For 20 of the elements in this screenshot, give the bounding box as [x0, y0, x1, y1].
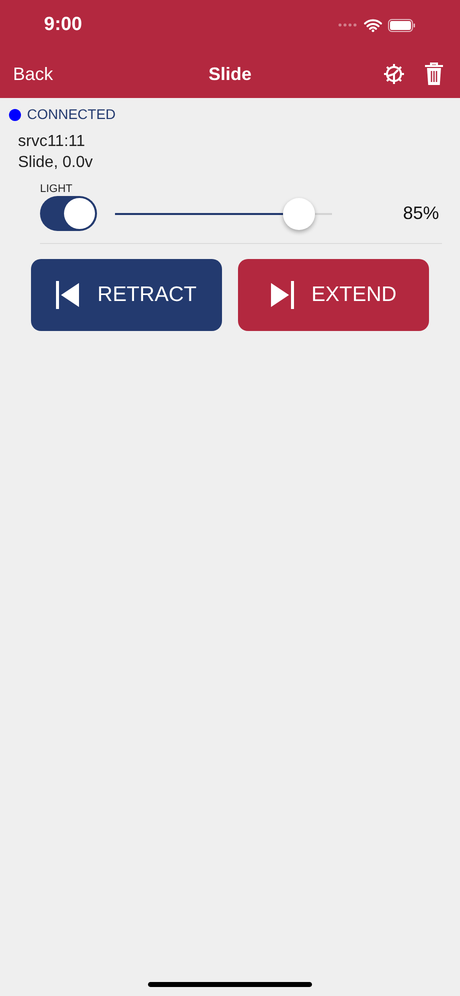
device-name: srvc11:11	[18, 132, 86, 152]
brightness-value: 85%	[402, 202, 439, 225]
device-info: Slide, 0.0v	[18, 153, 94, 173]
trash-icon[interactable]	[424, 62, 444, 86]
skip-forward-icon	[270, 281, 294, 309]
status-time: 9:00	[44, 12, 82, 37]
settings-icon[interactable]	[383, 63, 405, 85]
light-toggle[interactable]	[40, 196, 97, 231]
wifi-icon	[364, 18, 382, 32]
slider-thumb[interactable]	[283, 198, 316, 230]
skip-back-icon	[56, 281, 80, 309]
light-label: LIGHT	[40, 183, 74, 195]
back-button[interactable]: Back	[13, 60, 54, 88]
screen-title: Slide	[208, 62, 252, 86]
signal-icon	[338, 23, 358, 27]
retract-button[interactable]: RETRACT	[31, 259, 222, 331]
brightness-slider[interactable]	[115, 198, 332, 230]
connection-status: CONNECTED	[27, 105, 116, 124]
battery-icon	[388, 18, 416, 32]
extend-button[interactable]: EXTEND	[238, 259, 429, 331]
